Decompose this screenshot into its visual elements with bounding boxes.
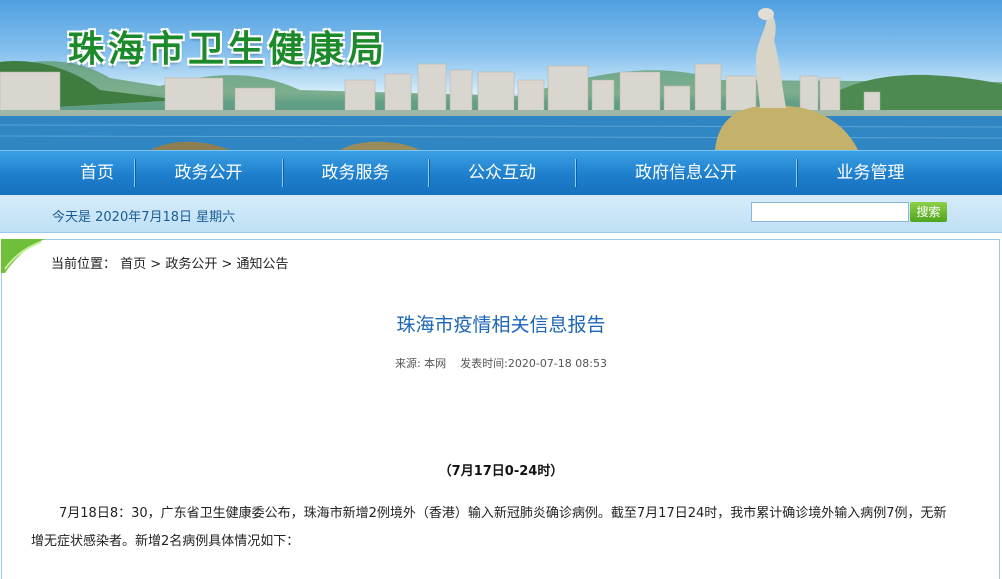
article-publish-time: 发表时间:2020-07-18 08:53 [460, 357, 608, 370]
site-title: 珠海市卫生健康局 [68, 28, 389, 70]
date-search-bar: 今天是 2020年7月18日 星期六 搜索 [0, 195, 1002, 233]
nav-item-government-affairs[interactable]: 政务公开 [136, 151, 281, 195]
nav-item-government-services[interactable]: 政务服务 [284, 151, 427, 195]
search-input[interactable] [751, 202, 909, 222]
search-button[interactable]: 搜索 [910, 202, 947, 222]
current-date: 今天是 2020年7月18日 星期六 [52, 210, 236, 225]
article-subheading: （7月17日0-24时） [438, 464, 564, 479]
article-title: 珠海市疫情相关信息报告 [396, 314, 606, 336]
nav-item-public-interaction[interactable]: 公众互动 [430, 151, 574, 195]
header-banner: 珠海市卫生健康局 [0, 0, 1002, 150]
leaf-corner-icon [1, 239, 45, 273]
nav-item-government-info[interactable]: 政府信息公开 [577, 151, 795, 195]
breadcrumb-label: 当前位置： [51, 257, 117, 272]
nav-item-home[interactable]: 首页 [60, 151, 134, 195]
article-paragraph: 7月18日8：30，广东省卫生健康委公布，珠海市新增2例境外（香港）输入新冠肺炎… [31, 506, 947, 549]
breadcrumb-item-home[interactable]: 首页 [120, 257, 146, 272]
breadcrumb-item-notices[interactable]: 通知公告 [237, 257, 289, 272]
breadcrumb-separator: > [217, 257, 237, 272]
breadcrumb: 当前位置： 首页 > 政务公开 > 通知公告 [51, 253, 289, 272]
article-source: 来源: 本网 [394, 357, 447, 370]
article-meta: 来源: 本网 发表时间:2020-07-18 08:53 [0, 355, 1002, 371]
main-nav: 首页 政务公开 政务服务 公众互动 政府信息公开 业务管理 [0, 150, 1002, 195]
breadcrumb-item-government-affairs[interactable]: 政务公开 [165, 257, 217, 272]
nav-item-business-management[interactable]: 业务管理 [798, 151, 943, 195]
breadcrumb-separator: > [146, 257, 166, 272]
